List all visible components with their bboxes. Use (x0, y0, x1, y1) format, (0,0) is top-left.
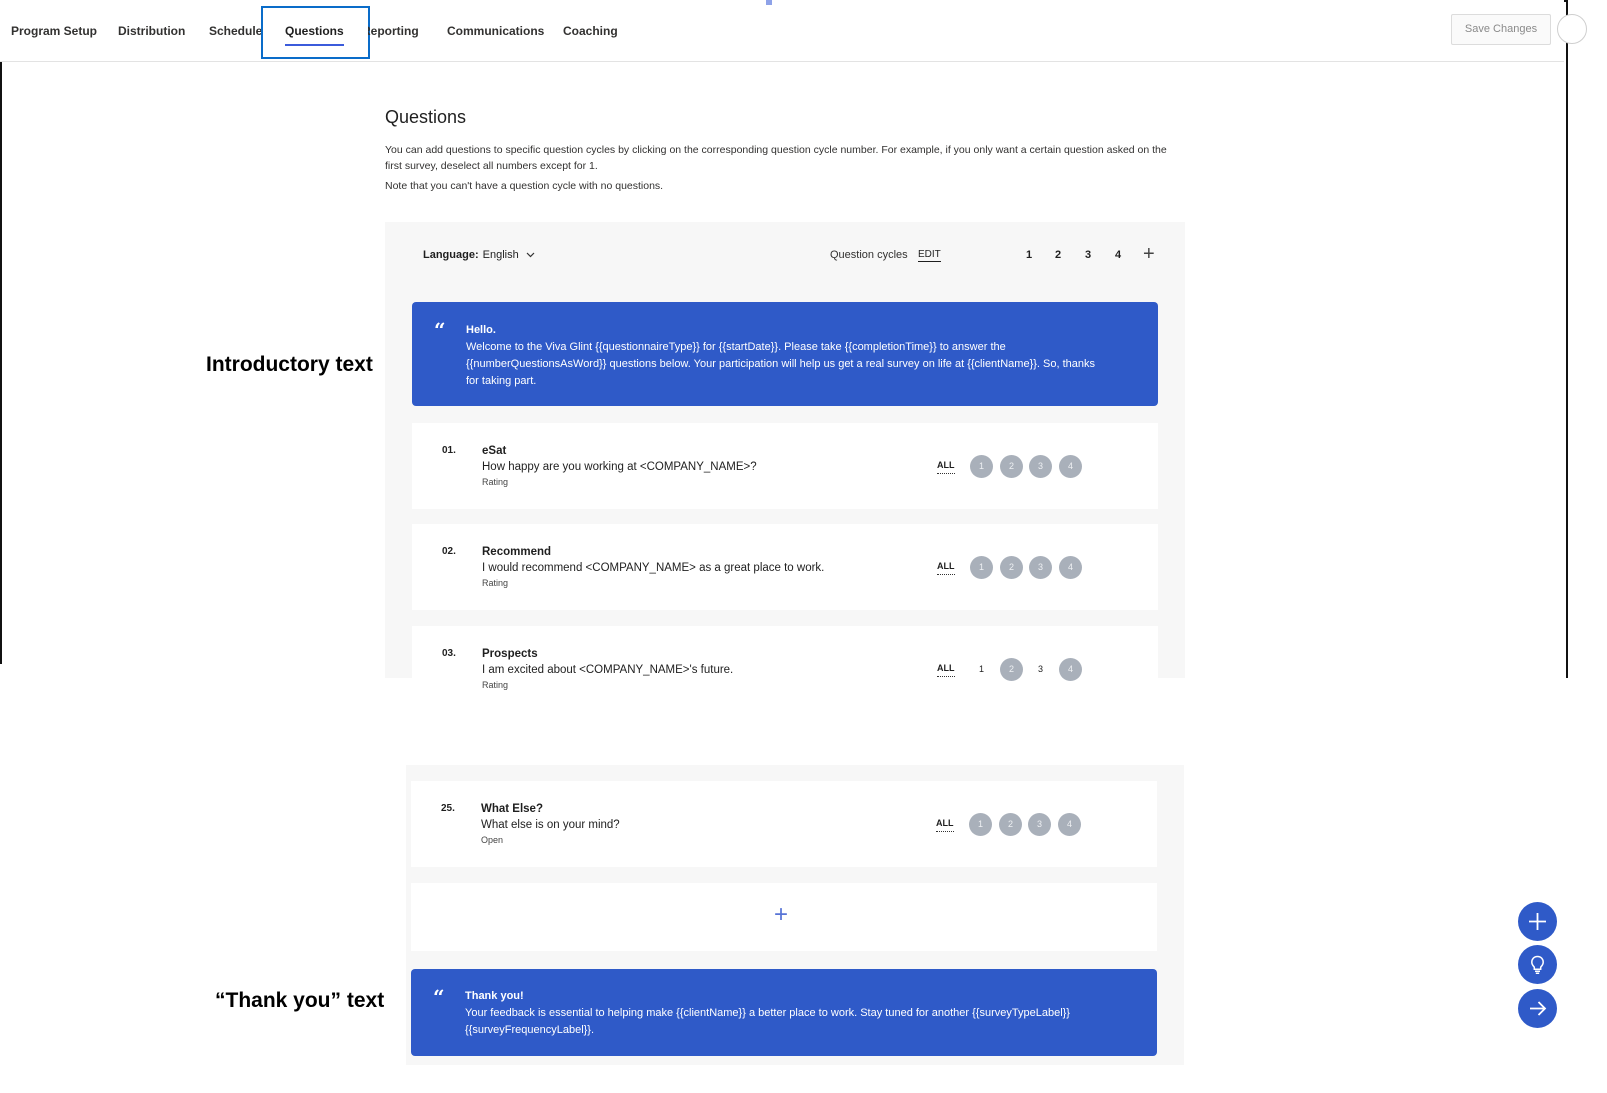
nav-coaching[interactable]: Coaching (563, 24, 618, 38)
tips-fab-button[interactable] (1518, 945, 1557, 984)
question-card[interactable]: 25. What Else? What else is on your mind… (411, 781, 1157, 867)
annotation-intro: Introductory text (206, 353, 373, 376)
question-title: eSat (482, 445, 507, 457)
language-label: Language: (423, 249, 479, 261)
cycle-toggle-4[interactable]: 4 (1059, 556, 1082, 579)
nav-distribution[interactable]: Distribution (118, 24, 185, 38)
question-title: Prospects (482, 648, 538, 660)
question-type: Open (481, 835, 504, 845)
cycle-1[interactable]: 1 (1026, 249, 1032, 261)
top-marker (766, 0, 772, 5)
next-fab-button[interactable] (1518, 989, 1557, 1028)
question-type: Rating (482, 680, 509, 690)
add-cycle-button[interactable]: + (1143, 244, 1155, 264)
thanks-greeting: Thank you! (465, 990, 524, 1002)
nav-program-setup[interactable]: Program Setup (11, 24, 97, 38)
cycle-toggle-1[interactable]: 1 (969, 813, 992, 836)
cycle-toggle-4[interactable]: 4 (1059, 455, 1082, 478)
cycle-toggle-4[interactable]: 4 (1058, 813, 1081, 836)
edit-cycles-link[interactable]: EDIT (918, 249, 941, 262)
cycle-4[interactable]: 4 (1115, 249, 1121, 261)
question-number: 02. (442, 546, 456, 557)
cycle-toggle-2[interactable]: 2 (1000, 556, 1023, 579)
cycle-toggle-1[interactable]: 1 (970, 455, 993, 478)
top-navigation: Program Setup Distribution Schedule Ques… (0, 0, 1587, 62)
annotation-thanks: “Thank you” text (215, 989, 385, 1012)
page-description: You can add questions to specific questi… (385, 144, 1167, 172)
nav-questions[interactable]: Questions (285, 24, 344, 46)
cycle-toggle-3[interactable]: 3 (1029, 455, 1052, 478)
question-type: Rating (482, 477, 509, 487)
add-question-button[interactable]: + (774, 903, 788, 927)
language-selector[interactable]: Language: English (423, 249, 535, 261)
cycle-toggle-3[interactable]: 3 (1029, 556, 1052, 579)
thank-you-text-card[interactable]: “ Thank you! Your feedback is essential … (411, 969, 1157, 1056)
cycle-toggle-1[interactable]: 1 (970, 658, 993, 681)
chevron-down-icon (526, 252, 535, 258)
cycle-toggle-1[interactable]: 1 (970, 556, 993, 579)
all-cycles-toggle[interactable]: ALL (937, 663, 955, 677)
question-title: What Else? (481, 803, 543, 815)
profile-avatar[interactable] (1557, 14, 1587, 44)
question-cycles-label: Question cycles (830, 249, 908, 261)
add-fab-button[interactable] (1518, 902, 1557, 941)
cycle-toggle-2[interactable]: 2 (1000, 658, 1023, 681)
question-text: I would recommend <COMPANY_NAME> as a gr… (482, 562, 825, 574)
nav-reporting[interactable]: Reporting (368, 24, 419, 38)
question-title: Recommend (482, 546, 552, 558)
thanks-body: Your feedback is essential to helping ma… (465, 1007, 1070, 1036)
all-cycles-toggle[interactable]: ALL (936, 818, 954, 832)
question-number: 03. (442, 648, 456, 659)
all-cycles-toggle[interactable]: ALL (937, 460, 955, 474)
cycle-3[interactable]: 3 (1085, 249, 1091, 261)
question-card[interactable]: 01. eSat How happy are you working at <C… (412, 423, 1158, 509)
language-value: English (482, 249, 519, 261)
plus-icon (1529, 913, 1546, 930)
quote-icon: “ (433, 985, 445, 1009)
question-card[interactable]: 03. Prospects I am excited about <COMPAN… (412, 626, 1158, 714)
lightbulb-icon (1531, 955, 1544, 974)
cycle-2[interactable]: 2 (1055, 249, 1061, 261)
cycle-toggle-3[interactable]: 3 (1028, 813, 1051, 836)
add-question-card[interactable]: + (411, 883, 1157, 951)
question-number: 01. (442, 445, 456, 456)
cycle-toggle-2[interactable]: 2 (1000, 455, 1023, 478)
intro-body: Welcome to the Viva Glint {{questionnair… (466, 341, 1096, 387)
cycle-toggle-3[interactable]: 3 (1029, 658, 1052, 681)
quote-icon: “ (434, 318, 446, 342)
save-changes-button[interactable]: Save Changes (1451, 14, 1551, 45)
cycle-toggle-4[interactable]: 4 (1059, 658, 1082, 681)
arrow-right-icon (1530, 1001, 1547, 1016)
question-number: 25. (441, 803, 455, 814)
question-type: Rating (482, 578, 509, 588)
question-text: How happy are you working at <COMPANY_NA… (482, 461, 757, 473)
nav-communications[interactable]: Communications (447, 24, 544, 38)
nav-schedule[interactable]: Schedule (209, 24, 262, 38)
all-cycles-toggle[interactable]: ALL (937, 561, 955, 575)
page-title: Questions (385, 107, 467, 127)
cycle-toggle-2[interactable]: 2 (999, 813, 1022, 836)
question-text: I am excited about <COMPANY_NAME>'s futu… (482, 664, 734, 676)
question-text: What else is on your mind? (481, 819, 620, 831)
page-note: Note that you can't have a question cycl… (385, 180, 664, 192)
intro-text-card[interactable]: “ Hello. Welcome to the Viva Glint {{que… (412, 302, 1158, 406)
intro-greeting: Hello. (466, 324, 496, 336)
question-card[interactable]: 02. Recommend I would recommend <COMPANY… (412, 524, 1158, 610)
